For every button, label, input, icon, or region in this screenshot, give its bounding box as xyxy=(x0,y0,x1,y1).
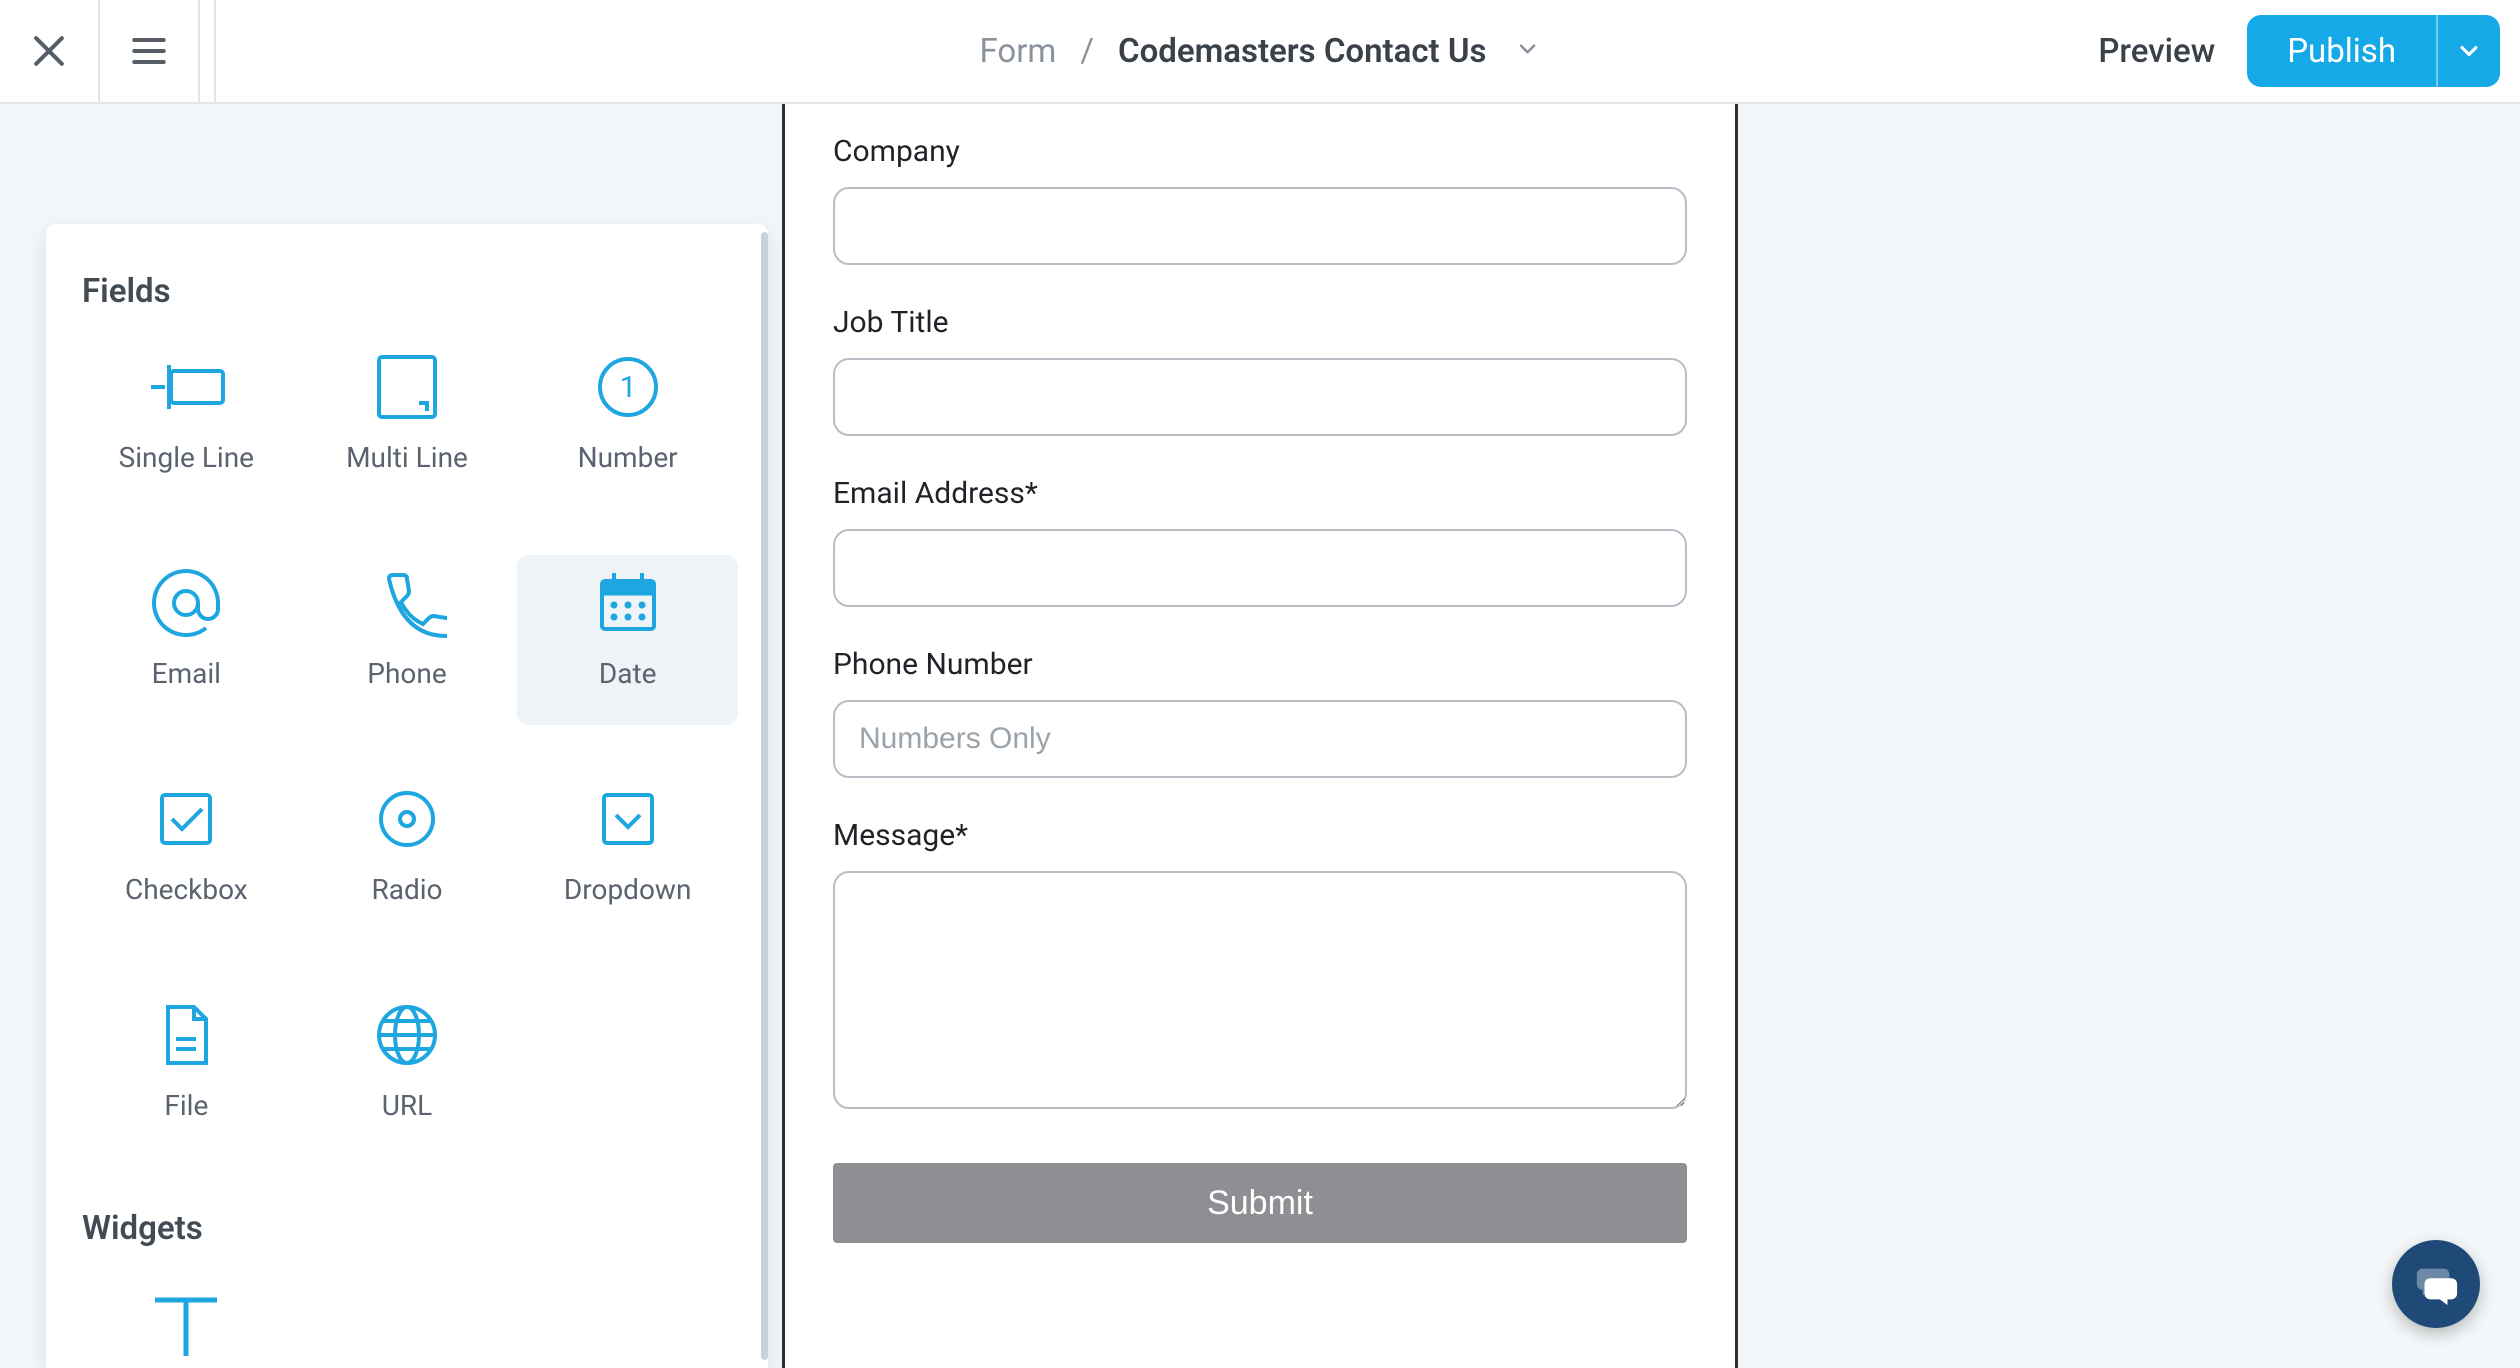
preview-button[interactable]: Preview xyxy=(2098,32,2215,71)
publish-button[interactable]: Publish xyxy=(2247,15,2436,87)
widgets-grid xyxy=(76,1276,738,1368)
field-type-phone[interactable]: Phone xyxy=(297,555,518,725)
multi-line-icon xyxy=(359,339,455,435)
menu-button[interactable] xyxy=(100,0,200,102)
file-icon xyxy=(138,987,234,1083)
chevron-down-icon xyxy=(1514,36,1540,62)
field-type-checkbox[interactable]: Checkbox xyxy=(76,771,297,941)
fields-group-title: Fields xyxy=(82,272,738,311)
field-label: Phone Number xyxy=(833,647,1687,682)
field-label: Email Address* xyxy=(833,476,1687,511)
publish-split-button: Publish xyxy=(2247,15,2500,87)
field-type-label: Multi Line xyxy=(346,441,468,474)
radio-icon xyxy=(359,771,455,867)
field-type-label: URL xyxy=(382,1089,433,1122)
chat-icon xyxy=(2413,1261,2459,1307)
field-type-file[interactable]: File xyxy=(76,987,297,1157)
field-label: Message* xyxy=(833,818,1687,853)
close-icon xyxy=(27,29,71,73)
field-label: Job Title xyxy=(833,305,1687,340)
form-field-message[interactable]: Message* xyxy=(833,818,1687,1113)
field-label: Company xyxy=(833,134,1687,169)
company-input[interactable] xyxy=(833,187,1687,265)
field-type-label: File xyxy=(164,1089,208,1122)
fields-grid: Single Line Multi Line 1 Number xyxy=(76,339,738,1157)
close-button[interactable] xyxy=(0,0,100,102)
field-type-url[interactable]: URL xyxy=(297,987,518,1157)
field-type-label: Dropdown xyxy=(564,873,692,906)
phone-icon xyxy=(359,555,455,651)
publish-dropdown-button[interactable] xyxy=(2436,15,2500,87)
breadcrumb-separator: / xyxy=(1080,32,1094,71)
form-field-phone[interactable]: Phone Number xyxy=(833,647,1687,778)
email-input[interactable] xyxy=(833,529,1687,607)
form-field-email[interactable]: Email Address* xyxy=(833,476,1687,607)
topbar-divider xyxy=(214,0,216,104)
field-type-number[interactable]: 1 Number xyxy=(517,339,738,509)
page-title[interactable]: Codemasters Contact Us xyxy=(1118,32,1486,71)
submit-button[interactable]: Submit xyxy=(833,1163,1687,1243)
field-type-label: Checkbox xyxy=(125,873,248,906)
widgets-group-title: Widgets xyxy=(82,1209,738,1248)
field-type-label: Number xyxy=(578,441,678,474)
chat-widget-button[interactable] xyxy=(2392,1240,2480,1328)
field-type-label: Phone xyxy=(367,657,446,690)
field-type-radio[interactable]: Radio xyxy=(297,771,518,941)
single-line-icon xyxy=(138,339,234,435)
globe-icon xyxy=(359,987,455,1083)
calendar-icon xyxy=(580,555,676,651)
field-type-label: Radio xyxy=(371,873,442,906)
breadcrumb: Form / Codemasters Contact Us xyxy=(980,32,1541,71)
number-icon: 1 xyxy=(580,339,676,435)
field-type-label: Single Line xyxy=(119,441,254,474)
at-sign-icon xyxy=(138,555,234,651)
field-type-email[interactable]: Email xyxy=(76,555,297,725)
form-field-company[interactable]: Company xyxy=(833,134,1687,265)
dropdown-icon xyxy=(580,771,676,867)
field-type-dropdown[interactable]: Dropdown xyxy=(517,771,738,941)
jobtitle-input[interactable] xyxy=(833,358,1687,436)
checkbox-icon xyxy=(138,771,234,867)
top-bar: Form / Codemasters Contact Us Preview Pu… xyxy=(0,0,2520,104)
field-type-label: Date xyxy=(599,657,657,690)
field-type-date[interactable]: Date xyxy=(517,555,738,725)
chevron-down-icon xyxy=(2455,37,2483,65)
topbar-right: Preview Publish xyxy=(2098,15,2520,87)
form-field-jobtitle[interactable]: Job Title xyxy=(833,305,1687,436)
message-textarea[interactable] xyxy=(833,871,1687,1109)
topbar-left xyxy=(0,0,200,102)
phone-input[interactable] xyxy=(833,700,1687,778)
title-dropdown-button[interactable] xyxy=(1514,32,1540,71)
field-type-multi-line[interactable]: Multi Line xyxy=(297,339,518,509)
text-widget-icon xyxy=(138,1276,234,1368)
breadcrumb-root[interactable]: Form xyxy=(980,32,1057,71)
svg-text:1: 1 xyxy=(619,370,636,405)
widget-type-text[interactable] xyxy=(76,1276,297,1368)
form-canvas[interactable]: Company Job Title Email Address* Phone N… xyxy=(782,104,1738,1368)
field-type-label: Email xyxy=(152,657,221,690)
fields-sidebar: Fields Single Line Multi Line xyxy=(46,224,768,1368)
hamburger-icon xyxy=(127,29,171,73)
field-type-single-line[interactable]: Single Line xyxy=(76,339,297,509)
